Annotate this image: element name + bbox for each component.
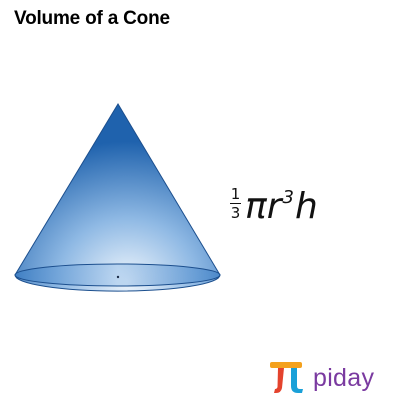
- fraction-denominator: 3: [230, 204, 241, 223]
- page: Volume of a Cone 1 3 πr3h piday: [0, 0, 400, 400]
- base-center-point: [116, 275, 120, 279]
- pi-symbol-icon: [270, 362, 303, 393]
- formula-exponent: 3: [282, 187, 294, 208]
- formula-fraction: 1 3: [230, 184, 241, 223]
- fraction-numerator: 1: [230, 184, 241, 203]
- cone-surface: [14, 103, 221, 292]
- formula-h: h: [294, 186, 318, 227]
- logo-text: piday: [313, 364, 375, 392]
- piday-logo: piday: [269, 360, 374, 396]
- formula-pi: π: [245, 186, 267, 227]
- cone-volume-formula: 1 3 πr3h: [230, 180, 318, 227]
- cone-base: [14, 263, 221, 287]
- formula-r: r: [266, 186, 282, 227]
- cone-diagram: [14, 103, 221, 292]
- formula-expression: πr3h: [245, 180, 318, 227]
